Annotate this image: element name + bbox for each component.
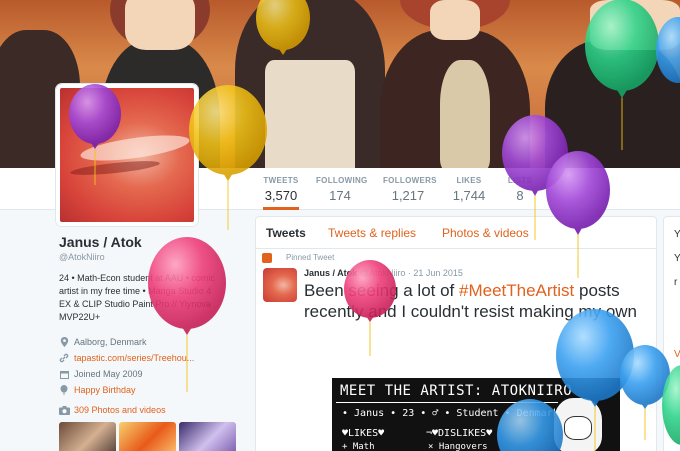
profile-website: tapastic.com/series/Treehou...: [59, 350, 239, 366]
timeline: Tweets Tweets & replies Photos & videos …: [255, 216, 657, 451]
stat-followers-value: 1,217: [391, 188, 425, 203]
profile-meta: Aalborg, Denmark tapastic.com/series/Tre…: [59, 334, 239, 398]
profile-avatar[interactable]: [56, 84, 198, 226]
tweet-date[interactable]: 21 Jun 2015: [413, 268, 463, 278]
pin-icon: [262, 253, 272, 263]
tweet-image[interactable]: MEET THE ARTIST: ATOKNIIRO • Janus • 23 …: [331, 377, 621, 451]
birthday-link[interactable]: Happy Birthday: [74, 385, 136, 395]
bio-line: artist in my free time • Manga Studio 4: [59, 286, 212, 296]
pinned-text: Pinned Tweet: [286, 253, 335, 262]
calendar-icon: [59, 369, 69, 379]
tweet-author-name[interactable]: Janus / Atok: [304, 268, 357, 278]
meet-info: • Janus • 23 • ♂ • Student • Denmark •: [342, 408, 571, 419]
stat-following-label: FOLLOWING: [316, 176, 368, 185]
stat-lists-value: 8: [516, 188, 524, 203]
tweet-text-part: Been seeing a lot of: [304, 281, 460, 300]
banner-figure-vest: [440, 60, 490, 168]
photos-label: 309 Photos and videos: [74, 405, 166, 415]
right-sidebar: Y Y r V: [663, 216, 680, 451]
sidebar-text: r: [674, 277, 678, 288]
meet-divider: [336, 402, 558, 403]
meet-title: MEET THE ARTIST: ATOKNIIRO: [340, 383, 573, 399]
bio-line: MVP22U+: [59, 312, 101, 322]
tab-tweets-and-replies[interactable]: Tweets & replies: [328, 226, 416, 240]
camera-icon: [59, 405, 70, 415]
photos-and-videos-link[interactable]: 309 Photos and videos: [59, 405, 166, 415]
link-icon: [59, 353, 69, 363]
banner-figure-face: [430, 0, 480, 40]
stat-followers[interactable]: FOLLOWERS 1,217: [383, 176, 437, 203]
tweet-hashtag[interactable]: #MeetTheArtist: [459, 281, 574, 300]
chibi-face: [564, 416, 592, 440]
tab-tweets[interactable]: Tweets: [266, 226, 306, 240]
profile-joined: Joined May 2009: [59, 366, 239, 382]
media-thumbnails: [59, 422, 236, 451]
tweet-author-handle[interactable]: @AtokNiiro: [360, 268, 406, 278]
stat-lists[interactable]: LISTS 8: [505, 176, 535, 203]
stat-tweets-value: 3,570: [264, 188, 298, 203]
balloon-icon: [59, 385, 69, 395]
stat-likes[interactable]: LIKES 1,744: [452, 176, 486, 203]
meet-dislikes-item: × Hangovers: [428, 442, 488, 451]
stat-tweets-label: TWEETS: [263, 176, 299, 185]
avatar-art: [69, 158, 161, 178]
profile-name[interactable]: Janus / Atok: [59, 234, 239, 250]
pinned-tweet-label: Pinned Tweet: [262, 253, 335, 263]
profile-birthday: Happy Birthday: [59, 382, 239, 398]
stat-following[interactable]: FOLLOWING 174: [316, 176, 368, 203]
banner-figure-shirt: [265, 60, 355, 168]
tweet-header: Janus / Atok @AtokNiiro · 21 Jun 2015: [304, 268, 463, 278]
avatar-art: [79, 130, 191, 166]
stat-followers-label: FOLLOWERS: [383, 176, 437, 185]
profile-card: Janus / Atok @AtokNiiro 24 • Math-Econ s…: [59, 234, 239, 398]
banner-figure-face: [590, 0, 680, 50]
media-thumbnail[interactable]: [59, 422, 116, 451]
tab-photos-and-videos[interactable]: Photos & videos: [442, 226, 529, 240]
stat-tweets[interactable]: TWEETS 3,570: [263, 176, 299, 210]
tweet-avatar[interactable]: [263, 268, 297, 302]
sidebar-link[interactable]: V: [674, 349, 680, 360]
bio-line: 24 • Math-Econ student at AAU • comic: [59, 273, 215, 283]
media-thumbnail[interactable]: [179, 422, 236, 451]
media-thumbnail[interactable]: [119, 422, 176, 451]
profile-bio: 24 • Math-Econ student at AAU • comic ar…: [59, 272, 239, 324]
stat-likes-label: LIKES: [456, 176, 482, 185]
joined-text: Joined May 2009: [74, 369, 143, 379]
bio-line: EX & CLIP Studio Paint Pro // Yiynova: [59, 299, 211, 309]
website-link[interactable]: tapastic.com/series/Treehou...: [74, 353, 194, 363]
sidebar-text: Y: [674, 229, 680, 240]
location-text: Aalborg, Denmark: [74, 337, 147, 347]
meet-likes: ♥LIKES♥: [342, 428, 385, 439]
profile-location: Aalborg, Denmark: [59, 334, 239, 350]
sidebar-text: Y: [674, 253, 680, 264]
stat-lists-label: LISTS: [507, 176, 533, 185]
banner-figure-face: [125, 0, 195, 50]
meet-likes-item: + Math: [342, 442, 375, 451]
timeline-tabs: Tweets Tweets & replies Photos & videos: [256, 217, 656, 249]
tweet-text: Been seeing a lot of #MeetTheArtist post…: [304, 280, 644, 322]
location-pin-icon: [59, 337, 69, 347]
stat-following-value: 174: [329, 188, 351, 203]
meet-dislikes: ¬♥DISLIKES♥: [426, 428, 493, 439]
stat-likes-value: 1,744: [452, 188, 486, 203]
profile-handle[interactable]: @AtokNiiro: [59, 252, 239, 262]
banner-figure: [545, 40, 680, 168]
